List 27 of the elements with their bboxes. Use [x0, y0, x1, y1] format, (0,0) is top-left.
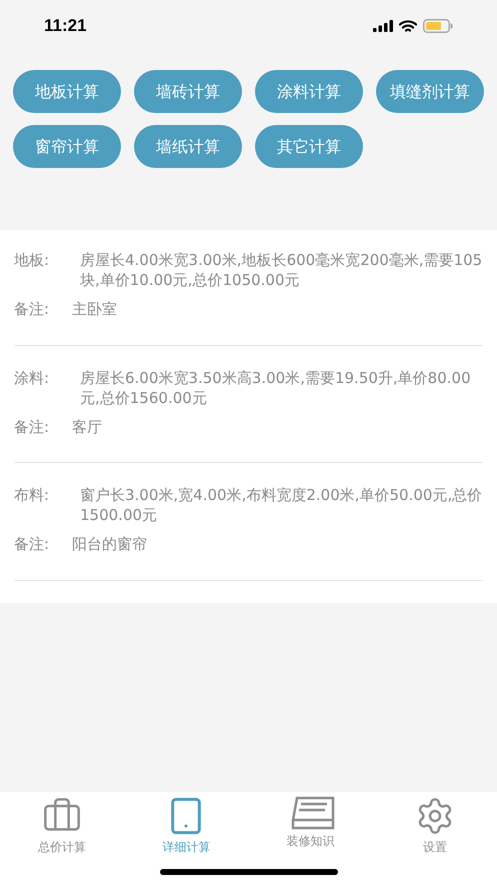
note-label: 备注: — [14, 534, 50, 555]
record-label: 布料: — [14, 485, 50, 506]
note-text: 主卧室 — [72, 299, 117, 320]
signal-icon — [373, 20, 393, 32]
tab-item[interactable]: 总价计算 — [0, 796, 124, 856]
record-detail: 房屋长6.00米宽3.50米高3.00米,需要19.50升,单价80.00元,总价1560.00元 — [80, 368, 472, 408]
tab-item[interactable]: 详细计算 — [124, 796, 248, 856]
record-label: 涂料: — [14, 368, 50, 388]
record-detail: 窗户长3.00米,宽4.00米,布料宽度2.00米,单价50.00元,总价1500.00元 — [80, 485, 483, 525]
note-label: 备注: — [14, 416, 50, 438]
calc-button[interactable]: 墙砖计算 — [134, 70, 242, 113]
calc-button[interactable]: 窗帘计算 — [13, 125, 121, 168]
record-label: 地板: — [14, 250, 50, 271]
status-time: 11:21 — [44, 15, 87, 38]
calc-button[interactable]: 填缝剂计算 — [376, 70, 484, 113]
note-text: 阳台的窗帘 — [72, 534, 147, 555]
note-text: 客厅 — [72, 416, 102, 438]
battery-icon — [423, 19, 453, 33]
wifi-icon — [399, 20, 417, 32]
record-detail: 房屋长4.00米宽3.00米,地板长600毫米宽200毫米,需要105块,单价10.00元,总价1050.00元 — [80, 250, 483, 290]
calc-button[interactable]: 地板计算 — [13, 70, 121, 113]
calc-button[interactable]: 其它计算 — [255, 125, 363, 168]
calc-button[interactable]: 墙纸计算 — [134, 125, 242, 168]
tab-item[interactable]: 设置 — [372, 796, 497, 856]
tab-item[interactable]: 装修知识 — [248, 796, 373, 856]
note-label: 备注: — [14, 299, 50, 320]
calc-button[interactable]: 涂料计算 — [255, 70, 363, 113]
